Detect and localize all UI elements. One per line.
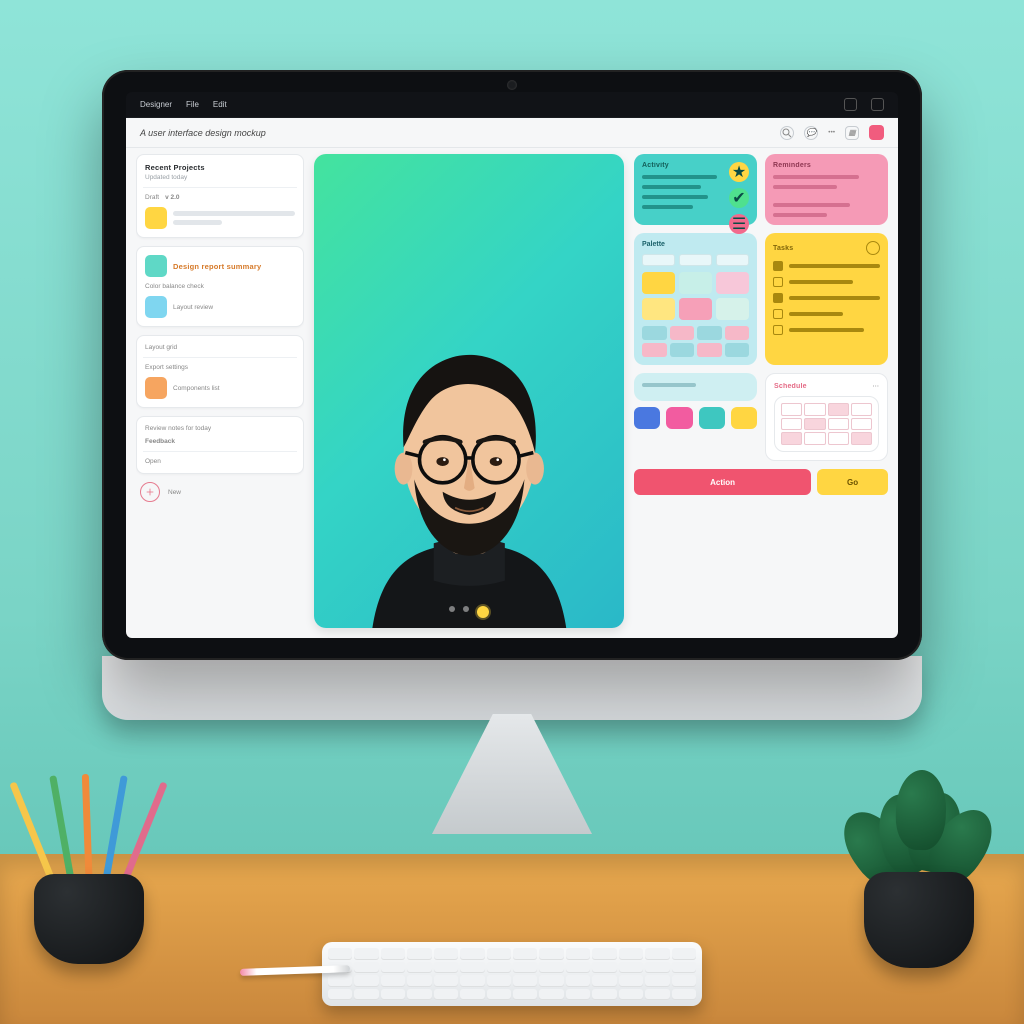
checkbox[interactable]	[773, 293, 783, 303]
palette-tab[interactable]	[716, 254, 749, 266]
hero-portrait-card[interactable]	[314, 154, 624, 628]
tasks-card[interactable]: Tasks	[765, 233, 888, 365]
keyboard	[322, 942, 702, 1006]
swatch[interactable]	[679, 272, 712, 294]
card-line: Layout grid	[145, 344, 295, 351]
os-menu-edit[interactable]: Edit	[213, 100, 227, 109]
control-center-icon[interactable]	[844, 98, 857, 111]
chat-icon[interactable]: 💬	[804, 126, 818, 140]
quick-actions	[634, 407, 757, 429]
carousel-pager[interactable]	[449, 606, 489, 618]
card-title: Reminders	[773, 162, 880, 169]
sidebar-card-notes[interactable]: Review notes for today Feedback Open	[136, 416, 304, 474]
card-foot: Open	[145, 458, 295, 465]
badge-icon: ★	[729, 162, 749, 182]
monitor-frame: Designer File Edit A user interface desi…	[102, 70, 922, 660]
os-menu-file[interactable]: File	[186, 100, 199, 109]
action-chip[interactable]	[666, 407, 692, 429]
header-more[interactable]: •••	[828, 129, 835, 136]
pencil-cup	[34, 834, 144, 964]
monitor-chin	[102, 656, 922, 720]
close-button[interactable]	[869, 125, 884, 140]
palette-tab[interactable]	[642, 254, 675, 266]
card-title: Palette	[642, 241, 749, 248]
progress-ring-icon	[866, 241, 880, 255]
thumb-icon	[145, 207, 167, 229]
card-line: Review notes for today	[145, 425, 295, 432]
swatch[interactable]	[679, 298, 712, 320]
battery-icon[interactable]	[871, 98, 884, 111]
activity-card[interactable]: Activity ★ ✔ ☰	[634, 154, 757, 225]
add-button[interactable]	[140, 482, 160, 502]
sidebar-card-title: Recent Projects	[145, 163, 295, 172]
thumb-icon	[145, 255, 167, 277]
card-line: Color balance check	[145, 283, 295, 290]
palette-tab[interactable]	[679, 254, 712, 266]
thumb-icon	[145, 377, 167, 399]
screen: Designer File Edit A user interface desi…	[126, 92, 898, 638]
right-column: Activity ★ ✔ ☰ Reminders	[634, 154, 888, 628]
swatch[interactable]	[716, 298, 749, 320]
card-title: Design report summary	[173, 262, 295, 271]
portrait-illustration	[314, 154, 624, 628]
app-header: A user interface design mockup 💬 ••• ▦	[126, 118, 898, 148]
meta-b: v 2.0	[165, 194, 179, 201]
card-title: Tasks	[773, 245, 793, 252]
badge-icon: ☰	[729, 214, 749, 234]
meta-a: Draft	[145, 194, 159, 201]
webcam-dot	[507, 80, 517, 90]
os-menubar: Designer File Edit	[126, 92, 898, 118]
pager-dot[interactable]	[463, 606, 469, 612]
more-icon[interactable]: ⋯	[873, 382, 880, 390]
center-column	[314, 154, 624, 628]
schedule-card[interactable]: Schedule ⋯	[765, 373, 888, 461]
grid-icon[interactable]: ▦	[845, 126, 859, 140]
action-chip[interactable]	[634, 407, 660, 429]
card-line: Components list	[173, 385, 220, 392]
badge-icon: ✔	[729, 188, 749, 208]
checkbox[interactable]	[773, 325, 783, 335]
sidebar-card-recent[interactable]: Recent Projects Updated today Draft v 2.…	[136, 154, 304, 238]
checkbox[interactable]	[773, 261, 783, 271]
sidebar: Recent Projects Updated today Draft v 2.…	[136, 154, 304, 628]
action-chip[interactable]	[731, 407, 757, 429]
swatch[interactable]	[642, 298, 675, 320]
monitor-stand	[432, 714, 592, 834]
primary-cta-button[interactable]: Action	[634, 469, 811, 495]
plant-pot	[844, 768, 994, 968]
palette-card[interactable]: Palette	[634, 233, 757, 365]
card-line: Feedback	[145, 438, 295, 445]
thumb-icon	[145, 296, 167, 318]
checkbox[interactable]	[773, 277, 783, 287]
checkbox[interactable]	[773, 309, 783, 319]
sidebar-card-layout[interactable]: Layout grid Export settings Components l…	[136, 335, 304, 408]
calendar-grid[interactable]	[774, 396, 879, 452]
mini-card[interactable]	[634, 373, 757, 401]
page-title: A user interface design mockup	[140, 128, 266, 138]
action-chip[interactable]	[699, 407, 725, 429]
swatch[interactable]	[716, 272, 749, 294]
add-label: New	[168, 489, 181, 496]
reminders-card[interactable]: Reminders	[765, 154, 888, 225]
app-window: A user interface design mockup 💬 ••• ▦ R…	[126, 118, 898, 638]
card-line: Layout review	[173, 304, 213, 311]
secondary-cta-button[interactable]: Go	[817, 469, 888, 495]
pager-dot-active[interactable]	[477, 606, 489, 618]
search-icon[interactable]	[780, 126, 794, 140]
sidebar-card-report[interactable]: Design report summary Color balance chec…	[136, 246, 304, 327]
card-title: Schedule	[774, 383, 807, 390]
swatch[interactable]	[642, 272, 675, 294]
pager-dot[interactable]	[449, 606, 455, 612]
card-line: Export settings	[145, 364, 295, 371]
os-app-name: Designer	[140, 100, 172, 109]
sidebar-card-sub: Updated today	[145, 174, 295, 181]
